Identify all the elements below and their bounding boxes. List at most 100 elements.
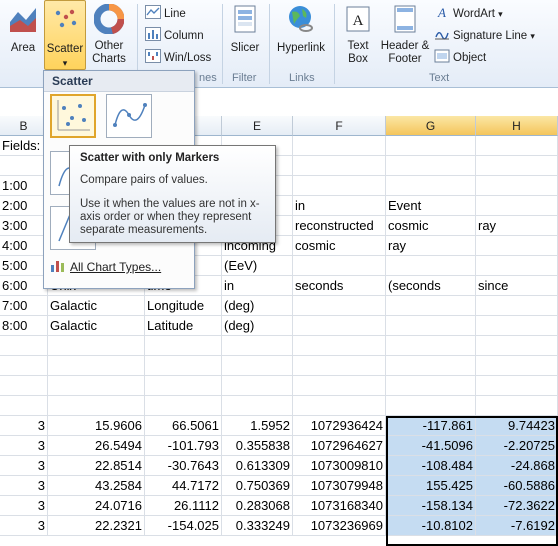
cell[interactable]: 7:00 [0, 296, 48, 316]
cell[interactable] [476, 236, 558, 256]
cell[interactable]: 22.8514 [48, 456, 145, 476]
cell[interactable] [293, 376, 386, 396]
cell[interactable]: 3 [0, 456, 48, 476]
cell[interactable]: -154.025 [145, 516, 222, 536]
scatter-chart-button[interactable]: Scatter ▾ [44, 0, 86, 70]
cell[interactable] [293, 176, 386, 196]
cell[interactable] [145, 396, 222, 416]
cell[interactable]: 1073236969 [293, 516, 386, 536]
cell[interactable]: 1.5952 [222, 416, 293, 436]
cell[interactable]: 3 [0, 436, 48, 456]
cell[interactable]: 0.613309 [222, 456, 293, 476]
cell[interactable]: Galactic [48, 316, 145, 336]
cell[interactable]: 1072964627 [293, 436, 386, 456]
cell[interactable] [476, 336, 558, 356]
cell[interactable]: 0.333249 [222, 516, 293, 536]
cell[interactable] [0, 356, 48, 376]
cell[interactable] [0, 336, 48, 356]
cell[interactable] [476, 196, 558, 216]
cell[interactable] [145, 336, 222, 356]
cell[interactable] [476, 396, 558, 416]
cell[interactable]: 26.1112 [145, 496, 222, 516]
cell[interactable]: cosmic [293, 236, 386, 256]
cell[interactable] [293, 156, 386, 176]
cell[interactable] [386, 356, 476, 376]
cell[interactable]: 15.9606 [48, 416, 145, 436]
cell[interactable] [48, 376, 145, 396]
cell[interactable] [476, 316, 558, 336]
cell[interactable]: Latitude [145, 316, 222, 336]
cell[interactable]: cosmic [386, 216, 476, 236]
cell[interactable] [386, 256, 476, 276]
cell[interactable] [476, 356, 558, 376]
cell[interactable] [48, 336, 145, 356]
cell[interactable] [293, 356, 386, 376]
column-header-b[interactable]: B [0, 116, 48, 136]
cell[interactable] [476, 256, 558, 276]
wordart-button[interactable]: A WordArt ▾ [434, 5, 503, 23]
header-footer-button[interactable]: Header & Footer [380, 0, 430, 70]
cell[interactable]: 66.5061 [145, 416, 222, 436]
cell[interactable] [386, 336, 476, 356]
cell[interactable] [476, 376, 558, 396]
column-header-g[interactable]: G [386, 116, 476, 136]
cell[interactable]: 2:00 [0, 196, 48, 216]
cell[interactable]: 44.7172 [145, 476, 222, 496]
cell[interactable]: 1:00 [0, 176, 48, 196]
cell[interactable] [145, 356, 222, 376]
cell[interactable] [293, 136, 386, 156]
cell[interactable]: 26.5494 [48, 436, 145, 456]
cell[interactable] [386, 176, 476, 196]
cell[interactable]: 0.750369 [222, 476, 293, 496]
cell[interactable] [48, 396, 145, 416]
scatter-markers-only-option[interactable] [50, 94, 96, 138]
cell[interactable]: (deg) [222, 316, 293, 336]
cell[interactable] [476, 136, 558, 156]
hyperlink-button[interactable]: Hyperlink [273, 0, 329, 70]
cell[interactable] [145, 376, 222, 396]
cell[interactable] [0, 156, 48, 176]
cell[interactable]: 5:00 [0, 256, 48, 276]
cell[interactable]: 0.355838 [222, 436, 293, 456]
column-header-e[interactable]: E [222, 116, 293, 136]
cell[interactable]: 1073168340 [293, 496, 386, 516]
cell[interactable]: 1073009810 [293, 456, 386, 476]
cell[interactable] [293, 396, 386, 416]
cell[interactable] [222, 376, 293, 396]
cell[interactable] [476, 156, 558, 176]
cell[interactable]: 1072936424 [293, 416, 386, 436]
column-header-f[interactable]: F [293, 116, 386, 136]
cell[interactable]: Event [386, 196, 476, 216]
cell[interactable]: Galactic [48, 296, 145, 316]
cell[interactable] [386, 316, 476, 336]
cell[interactable] [386, 376, 476, 396]
cell[interactable]: since [476, 276, 558, 296]
sparkline-winloss-button[interactable]: Win/Loss [145, 49, 211, 67]
cell[interactable]: 4:00 [0, 236, 48, 256]
cell[interactable] [222, 396, 293, 416]
cell[interactable] [386, 396, 476, 416]
sparkline-line-button[interactable]: Line [145, 5, 186, 23]
cell[interactable]: -30.7643 [145, 456, 222, 476]
cell[interactable]: 8:00 [0, 316, 48, 336]
cell[interactable]: seconds [293, 276, 386, 296]
cell[interactable]: 0.283068 [222, 496, 293, 516]
cell[interactable]: 22.2321 [48, 516, 145, 536]
cell[interactable]: 3 [0, 476, 48, 496]
cell[interactable]: -101.793 [145, 436, 222, 456]
cell[interactable] [476, 296, 558, 316]
sparkline-column-button[interactable]: Column [145, 27, 204, 45]
cell[interactable] [0, 396, 48, 416]
cell[interactable]: reconstructed [293, 216, 386, 236]
cell[interactable] [293, 256, 386, 276]
cell[interactable] [293, 316, 386, 336]
area-chart-button[interactable]: Area [2, 0, 44, 70]
cell[interactable]: 1073079948 [293, 476, 386, 496]
cell[interactable]: 3 [0, 516, 48, 536]
cell[interactable] [386, 156, 476, 176]
all-chart-types-link[interactable]: All Chart Types... [50, 259, 161, 274]
cell[interactable] [293, 296, 386, 316]
signature-line-button[interactable]: Signature Line ▾ [434, 27, 535, 45]
cell[interactable] [222, 356, 293, 376]
cell[interactable]: 3 [0, 496, 48, 516]
